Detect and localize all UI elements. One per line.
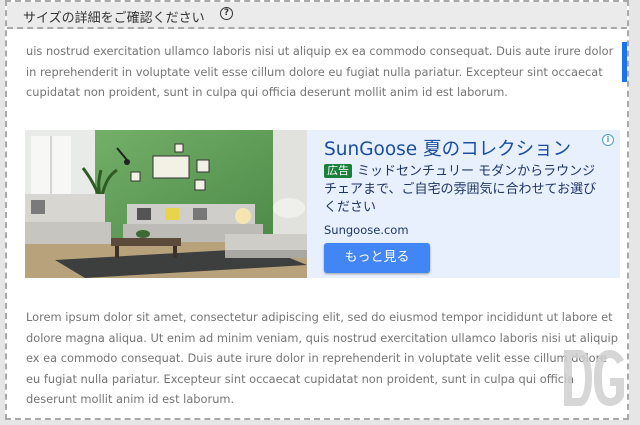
help-icon[interactable]: ?: [220, 7, 233, 20]
ad-image[interactable]: [25, 130, 307, 278]
section-header: サイズの詳細をご確認ください ?: [7, 2, 627, 29]
living-room-image: [25, 130, 307, 278]
ad-display-url[interactable]: Sungoose.com: [324, 223, 409, 237]
content-frame: サイズの詳細をご確認ください ? uis nostrud exercitatio…: [5, 0, 629, 420]
ad-unit[interactable]: SunGoose 夏のコレクション 広告 ミッドセンチュリー モダンからラウンジチ…: [25, 130, 620, 278]
scrollbar-thumb[interactable]: [622, 42, 627, 82]
dg-logo-icon: [564, 350, 624, 406]
adchoices-icon[interactable]: i: [602, 134, 614, 146]
ad-headline[interactable]: SunGoose 夏のコレクション: [324, 135, 571, 161]
ad-badge: 広告: [324, 164, 352, 178]
body-paragraph-top: uis nostrud exercitation ullamco laboris…: [26, 44, 614, 99]
ad-description: 広告 ミッドセンチュリー モダンからラウンジチェアまで、ご自宅の雰囲気に合わせてお…: [324, 163, 606, 217]
ad-cta-button[interactable]: もっと見る: [324, 243, 430, 273]
section-title: サイズの詳細をご確認ください: [23, 11, 205, 26]
body-paragraph-bottom: Lorem ipsum dolor sit amet, consectetur …: [26, 310, 618, 406]
dg-logo-watermark: [560, 346, 628, 410]
ad-description-text: ミッドセンチュリー モダンからラウンジチェアまで、ご自宅の雰囲気に合わせてお選び…: [324, 164, 597, 215]
